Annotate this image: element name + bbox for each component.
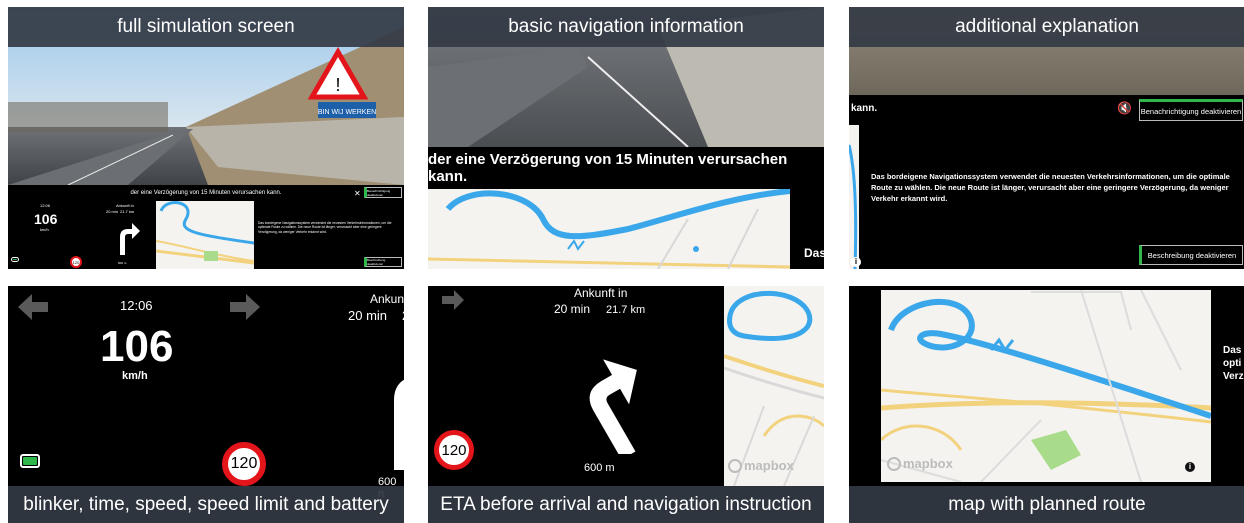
speed-limit-sign: 120 bbox=[434, 430, 474, 470]
notify-button[interactable]: Benachrichtigung deaktivieren bbox=[364, 187, 402, 198]
info-icon[interactable]: i bbox=[851, 257, 861, 267]
panel-additional-explanation: additional explanation kann. 🔇 Benachric… bbox=[849, 7, 1244, 269]
mini-unit: km/h bbox=[40, 227, 49, 232]
side-text-panel: Das bbox=[790, 189, 824, 269]
notify-button[interactable]: Benachrichtigung deaktivieren bbox=[1139, 99, 1243, 121]
desc-button[interactable]: Beschreibung deaktivieren bbox=[1139, 245, 1243, 265]
mini-map[interactable] bbox=[156, 201, 254, 269]
mini-eta-label: Ankunft in bbox=[116, 203, 134, 208]
svg-text:!: ! bbox=[335, 75, 340, 95]
caption-basic-navigation: basic navigation information bbox=[428, 7, 824, 47]
side-text-1: Das bbox=[1223, 345, 1242, 356]
mapbox-logo: mapbox bbox=[887, 456, 953, 471]
speed-limit-sign: 120 bbox=[222, 442, 266, 486]
battery-icon bbox=[11, 257, 19, 262]
turn-distance: 600 m bbox=[584, 462, 615, 474]
eta-label: Ankunft in bbox=[574, 286, 628, 300]
eta-label: Ankunft bbox=[370, 292, 404, 306]
speed-unit: km/h bbox=[122, 370, 148, 382]
caption-blinker: blinker, time, speed, speed limit and ba… bbox=[8, 486, 404, 523]
turn-right-arrow-icon bbox=[589, 359, 637, 454]
notification-bar: kann. 🔇 Benachrichtigung deaktivieren bbox=[849, 95, 1244, 125]
mini-turn-distance: 600 m bbox=[118, 261, 127, 265]
turn-right-arrow-icon bbox=[394, 379, 404, 470]
side-text-3: Verz bbox=[1223, 371, 1244, 382]
eta-distance: 21.7 km bbox=[606, 304, 646, 316]
svg-text:BIN WIJ WERKEN: BIN WIJ WERKEN bbox=[318, 109, 376, 116]
right-arrow-icon bbox=[230, 294, 260, 320]
left-arrow-icon bbox=[18, 294, 48, 320]
panel-blinker-speed: 12:06 106 km/h Ankunft 20 min 2 120 600 … bbox=[8, 286, 404, 523]
mini-dashboard: 12:06 106 km/h 120 Ankunft in 20 min 21.… bbox=[8, 201, 156, 269]
route-map[interactable] bbox=[428, 189, 790, 269]
right-arrow-icon bbox=[442, 290, 464, 310]
panel-map-route: mapbox i Das opti Verz map with planned … bbox=[849, 286, 1244, 523]
caption-full-simulation: full simulation screen bbox=[8, 7, 404, 47]
caption-eta: ETA before arrival and navigation instru… bbox=[428, 486, 824, 523]
route-map[interactable]: mapbox bbox=[724, 286, 824, 486]
panel-full-simulation: ! BIN WIJ WERKEN full simulation screen … bbox=[8, 7, 404, 269]
mini-speed: 106 bbox=[34, 211, 58, 227]
subtitle-bar: der eine Verzögerung von 15 Minuten veru… bbox=[428, 147, 824, 189]
mapbox-logo: mapbox bbox=[728, 458, 794, 473]
panel-basic-navigation: basic navigation information der eine Ve… bbox=[428, 7, 824, 269]
eta-time: 20 min bbox=[348, 308, 388, 323]
caption-additional-explanation: additional explanation bbox=[849, 7, 1244, 47]
panel-eta-navigation: Ankunft in 20 min 21.7 km 600 m 120 mapb… bbox=[428, 286, 824, 523]
speed-value: 106 bbox=[100, 322, 174, 371]
planned-route-map[interactable]: mapbox i bbox=[881, 290, 1211, 482]
eta-cut: 2 bbox=[402, 308, 404, 323]
info-icon[interactable]: i bbox=[1185, 462, 1195, 472]
mini-desc-button[interactable]: Beschreibung deaktivieren bbox=[364, 257, 402, 267]
mute-icon[interactable]: 🔇 bbox=[1117, 101, 1132, 115]
caption-map: map with planned route bbox=[849, 486, 1244, 523]
mute-icon[interactable]: ✕ bbox=[354, 189, 361, 198]
mini-eta-distance: 21.7 km bbox=[120, 209, 135, 214]
subtitle-text: der eine Verzögerung von 15 Minuten veru… bbox=[130, 190, 282, 196]
explanation-text: Das bordeigene Navigationssystem verwend… bbox=[871, 172, 1230, 203]
map-strip[interactable] bbox=[849, 125, 859, 269]
side-text-panel: Das opti Verz bbox=[1211, 286, 1244, 486]
subtitle-text: der eine Verzögerung von 15 Minuten veru… bbox=[428, 151, 788, 185]
eta-time: 20 min bbox=[554, 302, 591, 316]
time-label: 12:06 bbox=[120, 298, 153, 313]
mini-turn-arrow-icon bbox=[120, 223, 140, 255]
cut-word: kann. bbox=[851, 103, 878, 114]
subtitle-bar: der eine Verzögerung von 15 Minuten veru… bbox=[8, 185, 404, 201]
battery-icon bbox=[20, 454, 40, 468]
mini-time: 12:06 bbox=[40, 203, 51, 208]
left-margin bbox=[849, 286, 881, 486]
side-text-2: opti bbox=[1223, 358, 1242, 369]
mini-eta: 20 min bbox=[106, 209, 119, 214]
mini-speed-limit: 120 bbox=[70, 256, 82, 268]
